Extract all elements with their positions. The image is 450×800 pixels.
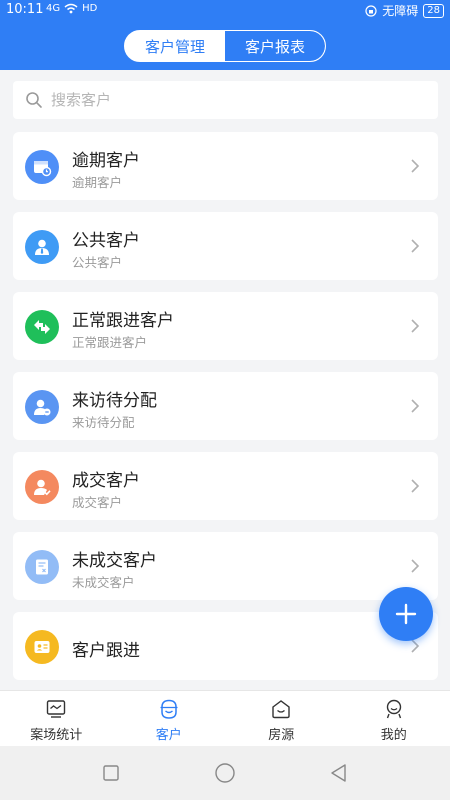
plus-icon bbox=[395, 603, 417, 625]
tab-label: 案场统计 bbox=[30, 728, 83, 743]
item-subtitle: 来访待分配 bbox=[72, 415, 135, 430]
recents-square-icon[interactable] bbox=[100, 762, 122, 784]
system-navigation-bar bbox=[0, 746, 450, 800]
chevron-right-icon bbox=[411, 399, 420, 413]
tab-label: 房源 bbox=[268, 728, 295, 743]
item-subtitle: 成交客户 bbox=[72, 495, 123, 510]
home-circle-icon[interactable] bbox=[214, 762, 236, 784]
item-subtitle: 逾期客户 bbox=[72, 175, 123, 190]
bottom-tab-bar: 案场统计 客户 房源 我的 bbox=[0, 690, 450, 746]
tab-label: 我的 bbox=[380, 728, 407, 743]
tab-mine[interactable]: 我的 bbox=[338, 691, 450, 746]
battery-icon: 28 bbox=[423, 3, 444, 18]
chevron-right-icon bbox=[411, 159, 420, 173]
accessibility-label: 无障碍 bbox=[382, 4, 419, 18]
tab-properties[interactable]: 房源 bbox=[225, 691, 338, 746]
search-bar[interactable] bbox=[13, 81, 438, 119]
search-icon bbox=[26, 92, 42, 108]
list-item-visit-pending-assign[interactable]: 来访待分配 来访待分配 bbox=[13, 372, 438, 440]
person-check-icon bbox=[25, 470, 59, 504]
item-title: 公共客户 bbox=[72, 231, 140, 251]
chevron-right-icon bbox=[411, 239, 420, 253]
monitor-icon bbox=[47, 700, 66, 718]
calendar-clock-icon bbox=[25, 150, 59, 184]
list-item-overdue-customers[interactable]: 逾期客户 逾期客户 bbox=[13, 132, 438, 200]
wifi-icon bbox=[64, 3, 78, 14]
house-icon bbox=[272, 700, 290, 719]
lock-rotation-icon bbox=[365, 4, 377, 17]
chevron-right-icon bbox=[411, 319, 420, 333]
item-title: 正常跟进客户 bbox=[72, 311, 174, 331]
item-subtitle: 未成交客户 bbox=[72, 575, 135, 590]
smile-face-icon bbox=[160, 699, 178, 719]
id-card-icon bbox=[25, 630, 59, 664]
tab-site-statistics[interactable]: 案场统计 bbox=[0, 691, 113, 746]
list-item-public-customers[interactable]: 公共客户 公共客户 bbox=[13, 212, 438, 280]
tab-customer-management[interactable]: 客户管理 bbox=[125, 31, 225, 61]
item-title: 成交客户 bbox=[72, 471, 140, 491]
item-title: 客户跟进 bbox=[72, 641, 140, 661]
person-assign-icon bbox=[25, 390, 59, 424]
profile-face-icon bbox=[386, 699, 401, 719]
tab-customer-report[interactable]: 客户报表 bbox=[225, 31, 325, 61]
status-right: 无障碍 28 bbox=[365, 2, 444, 19]
swap-arrows-icon bbox=[25, 310, 59, 344]
list-item-unclosed-customers[interactable]: 未成交客户 未成交客户 bbox=[13, 532, 438, 600]
search-input[interactable] bbox=[51, 91, 411, 109]
top-header: 10:11 4G HD 无障碍 28 客户管理 客户报表 bbox=[0, 0, 450, 70]
back-triangle-icon[interactable] bbox=[328, 762, 350, 784]
chevron-right-icon bbox=[411, 479, 420, 493]
tab-customers[interactable]: 客户 bbox=[113, 691, 226, 746]
person-tie-icon bbox=[25, 230, 59, 264]
item-title: 未成交客户 bbox=[72, 551, 157, 571]
status-bar: 10:11 4G HD 无障碍 28 bbox=[0, 0, 450, 20]
list-item-customer-followup[interactable]: 客户跟进 bbox=[13, 612, 438, 680]
status-time: 10:11 bbox=[6, 2, 44, 17]
item-subtitle: 正常跟进客户 bbox=[72, 335, 148, 350]
signal-label: 4G bbox=[46, 3, 61, 14]
chevron-right-icon bbox=[411, 559, 420, 573]
list-item-normal-followup[interactable]: 正常跟进客户 正常跟进客户 bbox=[13, 292, 438, 360]
list-item-closed-deals[interactable]: 成交客户 成交客户 bbox=[13, 452, 438, 520]
hd-label: HD bbox=[82, 3, 98, 14]
document-x-icon bbox=[25, 550, 59, 584]
item-title: 来访待分配 bbox=[72, 391, 157, 411]
header-segment-control: 客户管理 客户报表 bbox=[124, 30, 326, 62]
item-title: 逾期客户 bbox=[72, 151, 140, 171]
item-subtitle: 公共客户 bbox=[72, 255, 123, 270]
status-network-icons: 4G HD bbox=[46, 3, 97, 14]
add-customer-button[interactable] bbox=[379, 587, 433, 641]
tab-label: 客户 bbox=[155, 728, 182, 743]
